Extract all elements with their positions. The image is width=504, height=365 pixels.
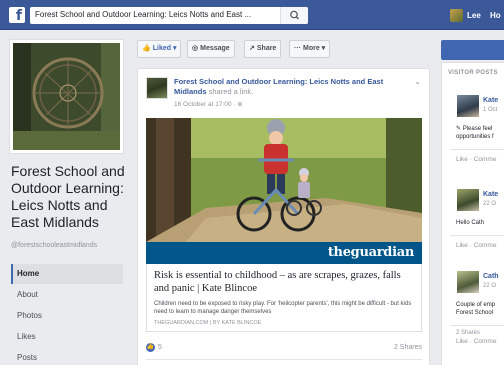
visitor-name[interactable]: Kate [483,97,498,104]
like-comment-actions[interactable]: Like · Comme [456,156,496,163]
divider [450,149,504,150]
liked-label: Liked [152,45,172,52]
search-icon [290,10,299,20]
user-avatar[interactable] [450,9,463,22]
guardian-logo: theguardian [327,245,414,260]
search-button[interactable] [280,7,308,24]
visitor-text: Forest School [456,310,494,316]
share-button[interactable]: ↗ Share [244,40,282,58]
nav-item-home[interactable]: Home [11,264,123,284]
share-icon: ↗ [249,45,255,52]
nav-item-likes[interactable]: Likes [11,327,123,347]
nav-item-about[interactable]: About [11,285,123,305]
page-title: Forest School and Outdoor Learning: Leic… [11,163,125,230]
home-link[interactable]: Ho [490,11,501,20]
right-action-button[interactable] [441,40,504,60]
post-header: Forest School and Outdoor Learning: Leic… [174,77,412,97]
link-title[interactable]: Risk is essential to childhood – as are … [154,269,416,295]
visitor-posts-panel: VISITOR POSTS Kate 1 Oct ✎ Please feel o… [441,62,504,365]
search-input[interactable]: Forest School and Outdoor Learning: Leic… [35,10,283,19]
visitor-text: opportunities f [456,134,494,140]
reactions-bar: 👍 5 2 Shares [146,341,422,355]
more-label: More [303,45,320,52]
post-author-avatar[interactable] [146,77,168,99]
profile-photo-image [13,43,120,150]
chevron-down-icon[interactable]: ⌄ [414,77,421,86]
like-reaction-icon[interactable]: 👍 [146,343,155,352]
share-label: Share [256,45,277,52]
link-source: THEGUARDIAN.COM | BY KATE BLINCOE [154,320,262,326]
share-count[interactable]: 2 Shares [394,344,422,351]
message-button[interactable]: ◎ Message [187,40,235,58]
divider [450,235,504,236]
search-bar[interactable]: Forest School and Outdoor Learning: Leic… [30,7,308,24]
visitor-name[interactable]: Cath [483,273,499,280]
avatar[interactable] [457,271,479,293]
like-comment-actions[interactable]: Like · Comme [456,338,496,345]
message-icon: ◎ [192,45,199,52]
liked-button[interactable]: 👍 Liked ▾ [137,40,182,58]
visitor-name[interactable]: Kate [483,191,498,198]
avatar[interactable] [457,189,479,211]
avatar[interactable] [457,95,479,117]
link-preview-image[interactable] [146,118,422,242]
thumbs-up-icon: 👍 [142,45,151,52]
nav-item-posts[interactable]: Posts [11,348,123,365]
more-button[interactable]: ··· More ▾ [289,40,331,58]
source-banner: theguardian [146,242,422,264]
like-count[interactable]: 5 [158,344,162,351]
post-card: Forest School and Outdoor Learning: Leic… [137,68,430,365]
message-label: Message [200,45,230,52]
page-nav: Home About Photos Likes Posts [11,264,123,365]
visitor-text: ✎ Please feel [456,126,493,132]
top-bar: f Forest School and Outdoor Learning: Le… [0,0,504,30]
visitor-share-count[interactable]: 2 Shares [456,329,480,337]
post-timestamp[interactable]: 16 October at 17:00 · ⊕ [174,100,243,108]
visitor-text: Hello Cath [456,220,485,226]
page-handle: @forestschooleastmidlands [11,242,98,249]
divider [450,325,504,326]
visitor-posts-header: VISITOR POSTS [448,70,498,76]
page-action-bar: 👍 Liked ▾ ◎ Message ↗ Share ··· More ▾ [137,40,430,60]
user-name-link[interactable]: Lee [467,11,481,20]
visitor-date[interactable]: 1 Oct [483,107,497,113]
post-action-text: shared a link. [208,87,254,96]
visitor-date[interactable]: 22 O [483,283,496,289]
visitor-text: Couple of emp [456,302,496,308]
like-comment-actions[interactable]: Like · Comme [456,242,496,249]
visitor-date[interactable]: 22 O [483,201,496,207]
facebook-logo-icon[interactable]: f [9,7,25,23]
page-profile-photo[interactable] [10,40,123,153]
post-author-link[interactable]: Forest School and Outdoor Learning: Leic… [174,77,383,96]
more-icon: ··· [294,45,301,52]
nav-item-photos[interactable]: Photos [11,306,123,326]
link-description: Children need to be exposed to risky pla… [154,301,412,315]
children-cycling-image [146,118,422,242]
divider [146,359,422,360]
link-preview-box[interactable]: Risk is essential to childhood – as are … [146,264,422,332]
